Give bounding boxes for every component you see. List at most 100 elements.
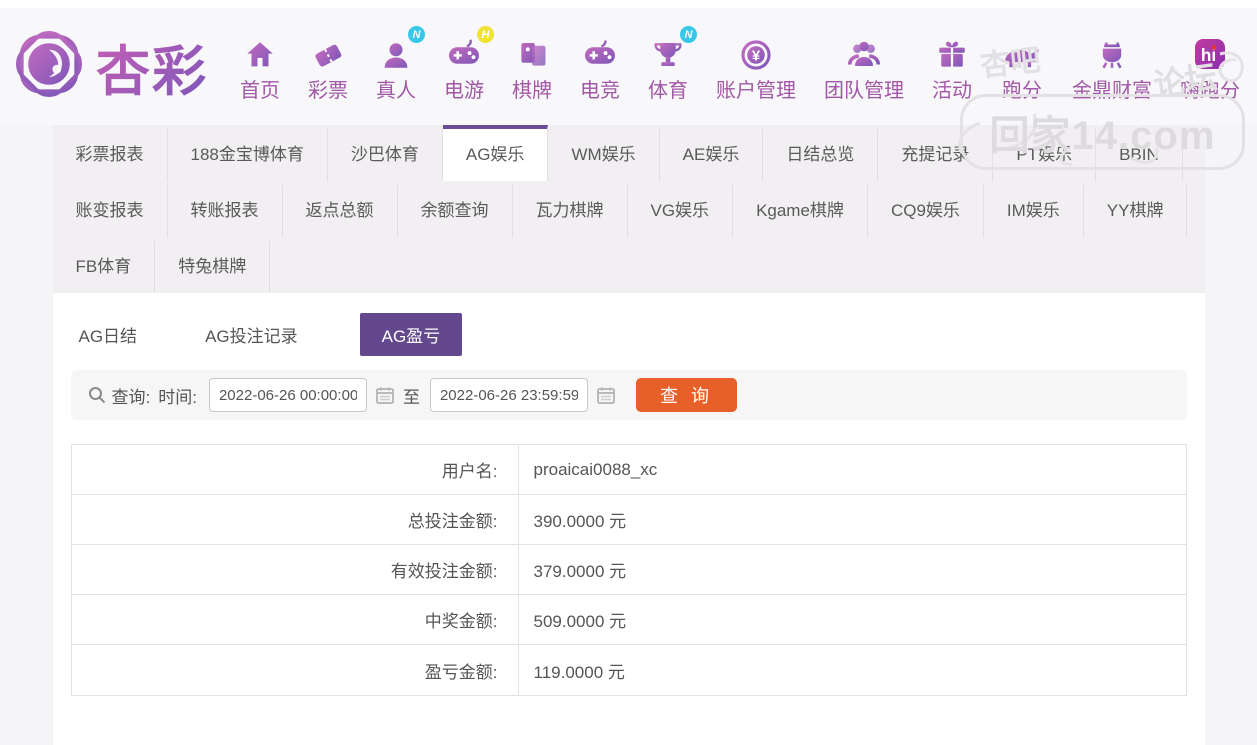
tab-transfer-report[interactable]: 转账报表	[168, 181, 283, 237]
page-top-strip	[0, 0, 1257, 8]
ticket-icon	[311, 30, 345, 72]
live-dealer-icon: N	[379, 26, 425, 72]
table-row: 用户名: proaicai0088_xc	[71, 445, 1186, 495]
row-label: 中奖金额:	[72, 595, 519, 644]
brand-name: 杏彩	[96, 27, 208, 106]
nav-item-cards[interactable]: 棋牌	[512, 30, 552, 103]
profit-loss-table: 用户名: proaicai0088_xc 总投注金额: 390.0000 元 有…	[70, 444, 1187, 696]
home-icon	[243, 30, 277, 72]
row-label: 盈亏金额:	[72, 645, 519, 695]
tab-shaba-sports[interactable]: 沙巴体育	[328, 125, 443, 181]
ding-cauldron-icon	[1095, 30, 1129, 72]
hot-badge: H	[477, 26, 494, 43]
time-label: 时间:	[158, 387, 197, 407]
time-to-input[interactable]	[429, 378, 588, 412]
nav-item-esports[interactable]: 电竞	[580, 30, 620, 103]
nav-item-home[interactable]: 首页	[240, 30, 280, 103]
row-value: proaicai0088_xc	[533, 459, 658, 479]
tab-kgame-cards[interactable]: Kgame棋牌	[733, 181, 868, 237]
trophy-icon: N	[651, 26, 697, 72]
playing-cards-icon	[515, 30, 549, 72]
calendar-icon[interactable]	[596, 385, 616, 405]
row-value: 509.0000 元	[533, 612, 627, 631]
nav-item-label: 团队管理	[824, 80, 904, 102]
row-label: 总投注金额:	[72, 495, 519, 544]
nav-item-lottery[interactable]: 彩票	[308, 30, 348, 103]
tab-lottery-report[interactable]: 彩票报表	[53, 125, 168, 181]
tab-bbin[interactable]: BBIN	[1096, 125, 1183, 181]
subtab-ag-daily[interactable]: AG日结	[73, 313, 144, 356]
nav-item-label: 棋牌	[512, 80, 552, 102]
nav-item-jinding-wealth[interactable]: 金鼎财富	[1072, 30, 1152, 103]
tab-ae-entertainment[interactable]: AE娱乐	[660, 125, 764, 181]
tab-188-sports[interactable]: 188金宝博体育	[168, 125, 328, 181]
row-value: 390.0000 元	[533, 512, 627, 531]
subtab-ag-profit-loss[interactable]: AG盈亏	[359, 313, 463, 356]
coin-icon: ¥	[739, 30, 773, 72]
tab-yy-cards[interactable]: YY棋牌	[1084, 181, 1188, 237]
nav-item-egames[interactable]: H 电游	[444, 26, 494, 103]
table-row: 有效投注金额: 379.0000 元	[71, 545, 1186, 595]
nav-item-live[interactable]: N 真人	[376, 26, 425, 103]
table-row: 盈亏金额: 119.0000 元	[71, 645, 1186, 695]
gift-icon	[935, 30, 969, 72]
hi-app-icon: hi	[1192, 30, 1228, 72]
row-label: 用户名:	[72, 445, 519, 494]
new-badge: N	[408, 26, 425, 43]
nav-item-label: 跑分	[1002, 80, 1042, 102]
content-panel: AG日结 AG投注记录 AG盈亏 查询: 时间: 至 查 询 用户名	[52, 293, 1205, 745]
table-row: 总投注金额: 390.0000 元	[71, 495, 1186, 545]
tab-daily-overview[interactable]: 日结总览	[763, 125, 879, 181]
tab-balance-query[interactable]: 余额查询	[398, 181, 513, 237]
nav-item-account-management[interactable]: ¥ 账户管理	[716, 30, 796, 103]
query-label: 查询:	[111, 387, 151, 407]
site-header: 杏彩 首页 彩票 N 真人 H 电游 棋牌 电竞 N 体育 ¥ 账户管理 团队管…	[0, 8, 1257, 170]
tab-im-entertainment[interactable]: IM娱乐	[984, 181, 1084, 237]
tab-rebate-total[interactable]: 返点总额	[283, 181, 398, 237]
brand-logo[interactable]: 杏彩	[10, 25, 208, 108]
tab-deposit-withdraw-records[interactable]: 充提记录	[878, 125, 994, 181]
esports-gamepad-icon	[582, 30, 618, 72]
brand-emblem-icon	[10, 25, 88, 108]
search-button[interactable]: 查 询	[635, 378, 737, 412]
tab-account-change-report[interactable]: 账变报表	[53, 181, 168, 237]
magnifier-icon	[87, 385, 107, 405]
nav-item-label: 金鼎财富	[1072, 80, 1152, 102]
row-value: 379.0000 元	[533, 562, 627, 581]
nav-item-team-management[interactable]: 团队管理	[824, 30, 904, 103]
nav-item-label: 首页	[240, 80, 280, 102]
nav-item-label: 电竞	[580, 80, 620, 102]
row-label: 有效投注金额:	[72, 545, 519, 594]
tab-wm-entertainment[interactable]: WM娱乐	[548, 125, 660, 181]
nav-item-label: 电游	[444, 80, 484, 102]
subtab-ag-bet-records[interactable]: AG投注记录	[199, 313, 304, 356]
nav-item-label: 体育	[648, 80, 688, 102]
tab-fb-sports[interactable]: FB体育	[53, 237, 156, 293]
tab-cq9-entertainment[interactable]: CQ9娱乐	[868, 181, 984, 237]
nav-item-hipaofen[interactable]: hi 嗨跑分	[1180, 30, 1240, 103]
to-label: 至	[402, 387, 420, 407]
tab-vg-entertainment[interactable]: VG娱乐	[628, 181, 734, 237]
nav-item-label: 嗨跑分	[1180, 80, 1240, 102]
table-row: 中奖金额: 509.0000 元	[71, 595, 1186, 645]
tab-ag-entertainment[interactable]: AG娱乐	[442, 125, 549, 181]
tab-pt-entertainment[interactable]: PT娱乐	[993, 125, 1097, 181]
new-badge: N	[680, 26, 697, 43]
tab-wali-cards[interactable]: 瓦力棋牌	[513, 181, 628, 237]
nav-item-sports[interactable]: N 体育	[648, 26, 697, 103]
search-bar: 查询: 时间: 至 查 询	[70, 370, 1187, 420]
nav-item-paofen[interactable]: 跑分	[1000, 30, 1044, 103]
nav-item-label: 彩票	[308, 80, 348, 102]
rhino-icon	[1000, 30, 1044, 72]
row-value: 119.0000 元	[533, 662, 625, 682]
report-tabbar: 彩票报表 188金宝博体育 沙巴体育 AG娱乐 WM娱乐 AE娱乐 日结总览 充…	[52, 125, 1205, 293]
calendar-icon[interactable]	[375, 385, 395, 405]
gamepad-icon: H	[446, 26, 494, 72]
svg-text:¥: ¥	[752, 49, 761, 65]
nav-item-label: 活动	[932, 80, 972, 102]
nav-item-activities[interactable]: 活动	[932, 30, 972, 103]
tab-tetu-cards[interactable]: 特兔棋牌	[155, 237, 271, 293]
time-from-input[interactable]	[208, 378, 367, 412]
nav-item-label: 账户管理	[716, 80, 796, 102]
main-nav: 首页 彩票 N 真人 H 电游 棋牌 电竞 N 体育 ¥ 账户管理 团队管理 活…	[226, 26, 1254, 103]
